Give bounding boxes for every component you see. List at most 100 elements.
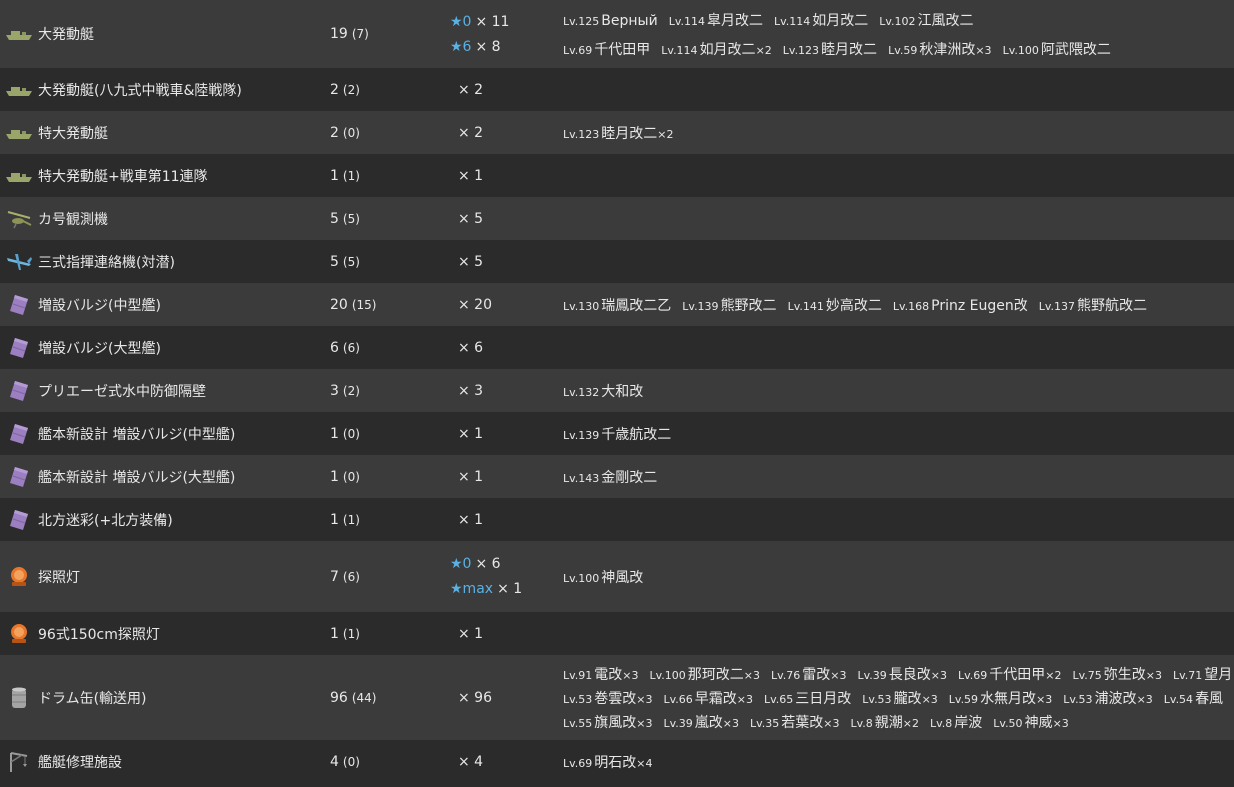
ship-entry[interactable]: Lv.137 熊野航改二 (1039, 295, 1147, 315)
ship-entry[interactable]: Lv.71 望月 (1173, 664, 1232, 684)
ship-entry[interactable]: Lv.123 睦月改二×2 (563, 123, 674, 143)
ship-equip-count: ×3 (830, 668, 847, 682)
ship-entry[interactable]: Lv.53 朧改×3 (862, 688, 938, 708)
ship-entry[interactable]: Lv.114 如月改二×2 (661, 39, 772, 59)
table-row[interactable]: 増設バルジ(大型艦) 6 (6) × 6 (0, 326, 1234, 369)
ship-level: Lv.35 (750, 716, 780, 730)
table-row[interactable]: 艦本新設計 増設バルジ(大型艦) 1 (0) × 1 Lv.143 金剛改二 (0, 455, 1234, 498)
searchlight-icon (0, 566, 38, 588)
searchlight-icon-graphic (11, 566, 27, 586)
table-row[interactable]: 特大発動艇 2 (0) × 2 Lv.123 睦月改二×2 (0, 111, 1234, 154)
ship-entry[interactable]: Lv.102 江風改二 (879, 10, 973, 30)
equipment-count: 3 (2) (330, 383, 450, 399)
improvement-levels: × 1 (450, 426, 563, 442)
ship-name: 睦月改二 (601, 125, 658, 142)
repair-crane-icon (0, 750, 38, 774)
improvement-levels: × 1 (450, 469, 563, 485)
ship-level: Lv.143 (563, 471, 600, 485)
ship-entry[interactable]: Lv.114 皐月改二 (669, 10, 763, 30)
ship-entry[interactable]: Lv.100 那珂改二×3 (650, 664, 761, 684)
improvement-entry: × 1 (450, 469, 563, 485)
ship-entry[interactable]: Lv.91 電改×3 (563, 664, 639, 684)
ship-entry[interactable]: Lv.50 神威×3 (993, 712, 1069, 732)
ship-entry[interactable]: Lv.53 巻雲改×3 (563, 688, 653, 708)
ship-entry[interactable]: Lv.143 金剛改二 (563, 467, 657, 487)
table-row[interactable]: 北方迷彩(+北方装備) 1 (1) × 1 (0, 498, 1234, 541)
improvement-multiplier: × 5 (458, 210, 484, 227)
improvement-entry: × 4 (450, 754, 563, 770)
ship-entry[interactable]: Lv.69 千代田甲×2 (958, 664, 1062, 684)
improvement-levels: × 96 (450, 690, 563, 706)
ship-entry[interactable]: Lv.55 旗風改×3 (563, 712, 653, 732)
ship-entry[interactable]: Lv.114 如月改二 (774, 10, 868, 30)
ship-entry[interactable]: Lv.125 Верный (563, 13, 658, 29)
count-unequipped: (0) (342, 125, 360, 140)
ship-entry[interactable]: Lv.65 三日月改 (764, 688, 851, 708)
improvement-multiplier: × 1 (458, 625, 484, 642)
improvement-entry: × 5 (450, 254, 563, 270)
count-total: 20 (330, 296, 348, 313)
ship-entry[interactable]: Lv.69 千代田甲 (563, 39, 650, 59)
ship-level: Lv.50 (993, 716, 1023, 730)
searchlight-icon-graphic (11, 623, 27, 643)
ship-entry[interactable]: Lv.66 早霜改×3 (664, 688, 754, 708)
improvement-star: ★0 (450, 556, 472, 572)
ship-entry[interactable]: Lv.141 妙高改二 (788, 295, 882, 315)
ship-level: Lv.132 (563, 385, 600, 399)
table-row[interactable]: 大発動艇 19 (7) ★0 × 11 ★6 × 8 Lv.125 Верный Lv.114 皐月… (0, 0, 1234, 68)
table-row[interactable]: 艦艇修理施設 4 (0) × 4 Lv.69 明石改×4 (0, 740, 1234, 783)
equipped-ships: Lv.132 大和改 (563, 381, 1234, 401)
ship-entry[interactable]: Lv.139 熊野改二 (682, 295, 776, 315)
ship-name: 千代田甲 (594, 41, 651, 58)
count-unequipped: (15) (351, 297, 377, 312)
equipped-ships: Lv.143 金剛改二 (563, 467, 1234, 487)
ship-entry[interactable]: Lv.39 嵐改×3 (664, 712, 740, 732)
table-row[interactable]: カ号観測機 5 (5) × 5 (0, 197, 1234, 240)
landing-craft-icon (0, 82, 38, 98)
ship-name: 神威 (1024, 714, 1053, 731)
count-total: 1 (330, 468, 339, 485)
ship-entry[interactable]: Lv.123 睦月改二 (783, 39, 877, 59)
ship-entry[interactable]: Lv.76 雷改×3 (771, 664, 847, 684)
ship-entry[interactable]: Lv.59 秋津洲改×3 (888, 39, 992, 59)
ship-entry[interactable]: Lv.100 神風改 (563, 567, 643, 587)
ship-entry[interactable]: Lv.8 岸波 (930, 712, 982, 732)
table-row[interactable]: 三式指揮連絡機(対潜) 5 (5) × 5 (0, 240, 1234, 283)
ship-entry[interactable]: Lv.168 Prinz Eugen改 (893, 295, 1028, 315)
table-row[interactable]: ドラム缶(輸送用) 96 (44) × 96 Lv.91 電改×3 Lv.100 那珂改二×3… (0, 655, 1234, 740)
ship-level: Lv.114 (661, 43, 698, 57)
count-unequipped: (6) (342, 340, 360, 355)
drum-icon (0, 686, 38, 710)
table-row[interactable]: 96式150cm探照灯 1 (1) × 1 (0, 612, 1234, 655)
table-row[interactable]: プリエーゼ式水中防御隔壁 3 (2) × 3 Lv.132 大和改 (0, 369, 1234, 412)
improvement-multiplier: × 2 (458, 124, 484, 141)
equipment-count: 1 (1) (330, 626, 450, 642)
ship-entry[interactable]: Lv.139 千歳航改二 (563, 424, 671, 444)
ship-entry[interactable]: Lv.75 弥生改×3 (1073, 664, 1163, 684)
ship-entry[interactable]: Lv.54 春風 (1164, 688, 1223, 708)
table-row[interactable]: 増設バルジ(中型艦) 20 (15) × 20 Lv.130 瑞鳳改二乙 Lv.139 熊野改… (0, 283, 1234, 326)
ship-name: 電改 (594, 666, 623, 683)
ship-entry[interactable]: Lv.100 阿武隈改二 (1003, 39, 1111, 59)
table-row[interactable]: 特大発動艇+戦車第11連隊 1 (1) × 1 (0, 154, 1234, 197)
equipped-ships: Lv.69 明石改×4 (563, 752, 1234, 772)
ship-entry[interactable]: Lv.35 若葉改×3 (750, 712, 840, 732)
ship-entry[interactable]: Lv.132 大和改 (563, 381, 643, 401)
drum-icon-graphic (12, 687, 26, 708)
count-unequipped: (0) (342, 469, 360, 484)
table-row[interactable]: 艦本新設計 増設バルジ(中型艦) 1 (0) × 1 Lv.139 千歳航改二 (0, 412, 1234, 455)
ship-entry[interactable]: Lv.8 親潮×2 (851, 712, 920, 732)
ship-entry[interactable]: Lv.130 瑞鳳改二乙 (563, 295, 671, 315)
ship-entry[interactable]: Lv.59 水無月改×3 (949, 688, 1053, 708)
table-row[interactable]: 大発動艇(八九式中戦車&陸戦隊) 2 (2) × 2 (0, 68, 1234, 111)
improvement-multiplier: × 8 (475, 38, 501, 55)
ship-entry[interactable]: Lv.69 明石改×4 (563, 752, 653, 772)
ship-level: Lv.100 (649, 668, 686, 682)
improvement-entry: × 96 (450, 690, 563, 706)
equipment-count: 1 (0) (330, 426, 450, 442)
ship-entry[interactable]: Lv.39 長良改×3 (858, 664, 948, 684)
equipment-name: 大発動艇 (38, 27, 94, 43)
ship-entry[interactable]: Lv.53 浦波改×3 (1063, 688, 1153, 708)
table-row[interactable]: 探照灯 7 (6) ★0 × 6 ★max × 1 Lv.100 神風改 (0, 541, 1234, 612)
ship-equip-count: ×3 (736, 692, 753, 706)
